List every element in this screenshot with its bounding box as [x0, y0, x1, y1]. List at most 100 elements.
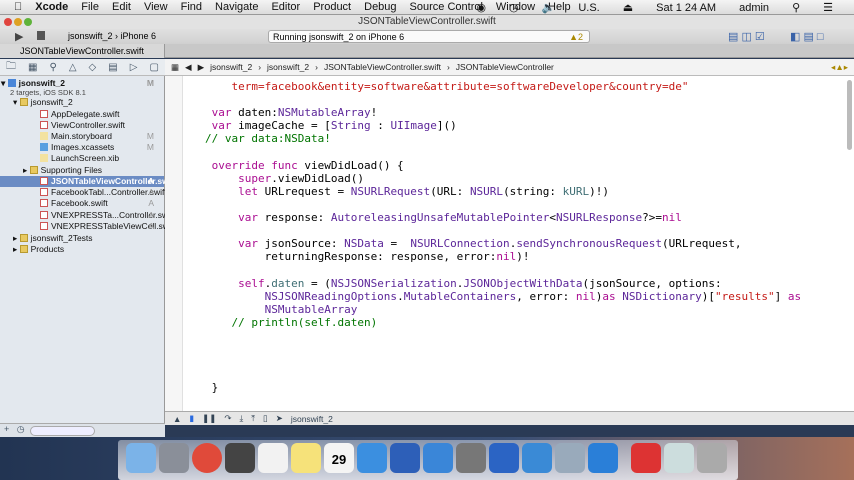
- navigator-item[interactable]: LaunchScreen.xib: [0, 153, 164, 164]
- volume-icon[interactable]: 🔈: [542, 1, 556, 14]
- close-button[interactable]: [4, 18, 12, 26]
- find-navigator-icon[interactable]: ⚲: [49, 62, 56, 73]
- disclosure-triangle-icon[interactable]: ▸: [23, 165, 30, 175]
- dock-finder-icon[interactable]: [126, 443, 156, 473]
- test-navigator-icon[interactable]: ◇: [89, 62, 97, 73]
- editor-scrollbar[interactable]: [847, 80, 852, 150]
- tab-current-file[interactable]: JSONTableViewController.swift: [0, 44, 165, 58]
- menu-source-control[interactable]: Source Control: [410, 1, 483, 13]
- back-button[interactable]: ◀: [185, 62, 192, 73]
- menu-edit[interactable]: Edit: [112, 1, 131, 13]
- zoom-button[interactable]: [24, 18, 32, 26]
- log-navigator-icon[interactable]: ▢: [149, 62, 158, 73]
- issue-stepper[interactable]: ◂▲▸: [831, 62, 848, 73]
- view-toggle-buttons[interactable]: ◧ ▤ □: [790, 30, 824, 43]
- scheme-selector[interactable]: jsonswift_2 › iPhone 6: [68, 31, 156, 41]
- menu-navigate[interactable]: Navigate: [215, 1, 258, 13]
- navigator-item-label: Main.storyboard: [51, 131, 112, 141]
- pause-icon[interactable]: ❚❚: [202, 413, 216, 424]
- clock[interactable]: Sat 1 24 AM: [656, 2, 716, 14]
- dock-preview-icon[interactable]: [664, 443, 694, 473]
- menu-view[interactable]: View: [144, 1, 168, 13]
- time-machine-icon[interactable]: ◷: [509, 1, 519, 14]
- stop-button[interactable]: [37, 31, 45, 40]
- menu-file[interactable]: File: [81, 1, 99, 13]
- navigator-item[interactable]: ▸ Supporting Files: [0, 165, 164, 176]
- editor-mode-buttons[interactable]: ▤ ◫ ☑: [728, 30, 765, 43]
- dock-food-icon[interactable]: [631, 443, 661, 473]
- jump-group[interactable]: jsonswift_2: [267, 62, 309, 72]
- code-line: override func viewDidLoad() {: [205, 159, 404, 172]
- issue-navigator-icon[interactable]: △: [69, 62, 77, 73]
- step-into-icon[interactable]: ⤓: [239, 413, 243, 424]
- hide-debug-area-icon[interactable]: ▲: [173, 414, 181, 424]
- notification-center-icon[interactable]: ☰: [823, 1, 833, 14]
- record-icon[interactable]: ◉: [476, 1, 486, 14]
- jump-symbol[interactable]: JSONTableViewController: [456, 62, 554, 72]
- menu-editor[interactable]: Editor: [271, 1, 300, 13]
- menu-app[interactable]: Xcode: [35, 1, 68, 13]
- navigator-item[interactable]: ▸ jsonswift_2Tests: [0, 233, 164, 244]
- view-debugger-icon[interactable]: ▯: [263, 413, 268, 424]
- dock-word-icon[interactable]: [489, 443, 519, 473]
- step-over-icon[interactable]: ↷: [224, 413, 231, 424]
- add-icon[interactable]: +: [4, 424, 9, 434]
- navigator-item[interactable]: VNEXPRESSTa...Controller.swift A: [0, 210, 175, 221]
- filter-input[interactable]: [30, 426, 95, 436]
- breakpoint-navigator-icon[interactable]: ▷: [130, 62, 138, 73]
- navigator-item[interactable]: Main.storyboard M: [0, 131, 164, 142]
- dock-system-preferences-icon[interactable]: [456, 443, 486, 473]
- dock-iphoto-icon[interactable]: [555, 443, 585, 473]
- input-source[interactable]: U.S.: [578, 2, 599, 14]
- symbol-navigator-icon[interactable]: ▦: [28, 62, 37, 73]
- location-icon[interactable]: ➤: [276, 413, 283, 424]
- jump-file[interactable]: JSONTableViewController.swift: [324, 62, 441, 72]
- code-line: // println(self.daten): [205, 316, 377, 329]
- minimize-button[interactable]: [14, 18, 22, 26]
- disclosure-triangle-icon[interactable]: ▾: [13, 97, 20, 107]
- forward-button[interactable]: ▶: [198, 62, 205, 73]
- menu-product[interactable]: Product: [313, 1, 351, 13]
- spotlight-icon[interactable]: ⚲: [792, 1, 800, 14]
- dock-textedit-icon[interactable]: [258, 443, 288, 473]
- jump-project[interactable]: jsonswift_2: [210, 62, 252, 72]
- dock-calendar-icon[interactable]: 29: [324, 443, 354, 473]
- navigator-item[interactable]: Facebook.swift A: [0, 198, 164, 209]
- dock-maps-icon[interactable]: [522, 443, 552, 473]
- dock-quicktime-icon[interactable]: [390, 443, 420, 473]
- dock-sublime-text-icon[interactable]: [225, 443, 255, 473]
- menu-find[interactable]: Find: [181, 1, 202, 13]
- code-token: (jsonSource, options:: [582, 276, 722, 290]
- navigator-item[interactable]: ViewController.swift: [0, 120, 164, 131]
- dock-xcode-simulator-icon[interactable]: [588, 443, 618, 473]
- debug-target[interactable]: jsonswift_2: [291, 414, 333, 424]
- navigator-item[interactable]: ▾ jsonswift_2: [0, 97, 164, 108]
- recent-files-icon[interactable]: ◷: [17, 424, 25, 434]
- project-navigator-icon[interactable]: 🗀: [6, 59, 16, 76]
- run-button[interactable]: ▶: [15, 30, 23, 43]
- disclosure-triangle-icon[interactable]: ▸: [13, 244, 20, 254]
- navigator-item[interactable]: VNEXPRESSTableViewCell.swift A: [0, 221, 176, 232]
- breakpoints-toggle-icon[interactable]: ▮: [189, 413, 194, 424]
- eject-icon[interactable]: ⏏: [623, 1, 633, 14]
- step-out-icon[interactable]: ⤒: [251, 413, 255, 424]
- navigator-item[interactable]: Images.xcassets M: [0, 142, 164, 153]
- line-gutter[interactable]: [165, 76, 183, 411]
- dock-safari-icon[interactable]: [357, 443, 387, 473]
- menu-debug[interactable]: Debug: [364, 1, 396, 13]
- disclosure-triangle-icon[interactable]: ▸: [13, 233, 20, 243]
- user-menu[interactable]: admin: [739, 2, 769, 14]
- navigator-item[interactable]: AppDelegate.swift: [0, 109, 164, 120]
- dock-chrome-icon[interactable]: [192, 443, 222, 473]
- navigator-item[interactable]: JSONTableViewController.swift A: [0, 176, 177, 187]
- debug-navigator-icon[interactable]: ▤: [108, 62, 117, 73]
- dock-trash-icon[interactable]: [697, 443, 727, 473]
- dock-xcode-icon[interactable]: [423, 443, 453, 473]
- dock-stickies-icon[interactable]: [291, 443, 321, 473]
- navigator-item[interactable]: ▸ Products: [0, 244, 164, 255]
- dock-launchpad-icon[interactable]: [159, 443, 189, 473]
- related-items-icon[interactable]: ▦: [171, 62, 179, 73]
- apple-menu-icon[interactable]: : [14, 1, 22, 13]
- warning-icon[interactable]: ▲2: [569, 31, 583, 43]
- navigator-item[interactable]: FacebookTabl...Controller.swift A: [0, 187, 167, 198]
